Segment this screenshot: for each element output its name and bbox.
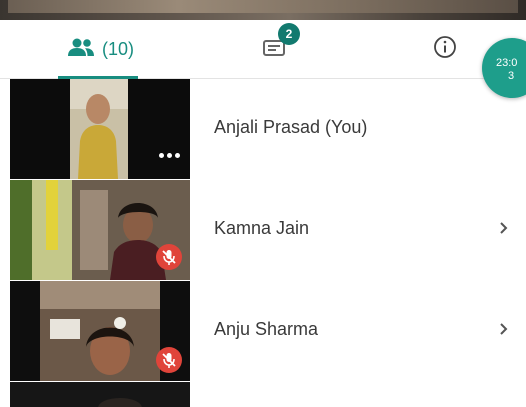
participant-name: Anju Sharma (214, 319, 319, 339)
participant-video-thumbnail (10, 180, 190, 280)
participant-name: Kamna Jain (214, 218, 310, 238)
participant-video-frame (10, 79, 190, 179)
participant-video-frame (10, 382, 190, 407)
participant-video-thumbnail (10, 281, 190, 381)
panel-tab-bar: (10) 2 (0, 20, 526, 79)
tab-participants[interactable]: (10) (40, 20, 160, 79)
chevron-right-icon[interactable] (498, 321, 510, 342)
people-icon (66, 37, 96, 62)
video-preview-strip (0, 0, 526, 20)
participant-video-thumbnail (10, 79, 190, 179)
info-icon (433, 35, 457, 64)
participant-row[interactable] (10, 382, 526, 407)
more-icon[interactable] (156, 145, 180, 163)
chevron-right-icon[interactable] (498, 220, 510, 241)
video-preview-image (8, 0, 518, 13)
participant-row[interactable]: Anjali Prasad (You) (10, 79, 526, 179)
tab-chat[interactable]: 2 (240, 20, 310, 78)
participant-row[interactable]: Anju Sharma (10, 281, 526, 381)
participants-count: (10) (101, 38, 134, 59)
mic-off-icon (156, 347, 182, 373)
chat-unread-badge: 2 (278, 23, 300, 45)
timer-line-1: 23:0 (496, 57, 518, 69)
tab-info[interactable] (415, 20, 475, 78)
participant-row[interactable]: Kamna Jain (10, 180, 526, 280)
mic-off-icon (156, 244, 182, 270)
participant-name: Anjali Prasad (You) (214, 117, 368, 137)
participant-video-thumbnail (10, 382, 190, 407)
